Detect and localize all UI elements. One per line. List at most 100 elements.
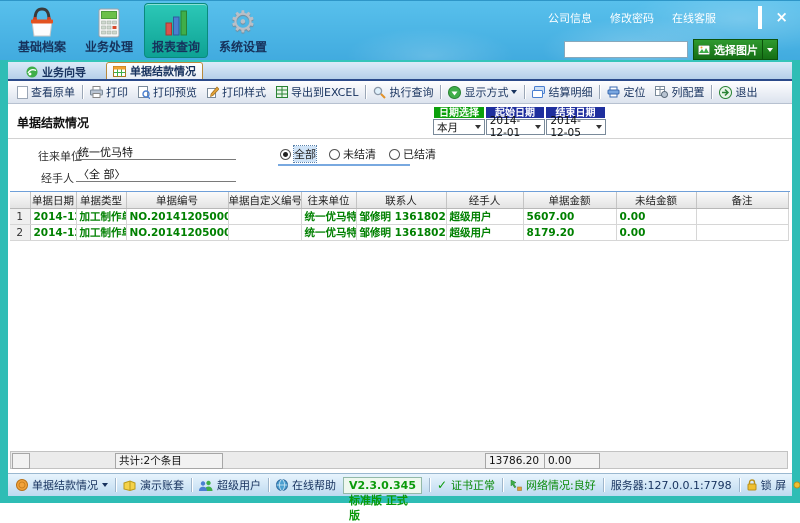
display-mode-button[interactable]: 显示方式 (443, 83, 522, 101)
start-date-select[interactable]: 2014-12-01 (485, 115, 546, 139)
nav-item-business[interactable]: 业务处理 (77, 3, 141, 58)
titlebar: 基础档案 业务处理 报表查询 ⚙ 系统设置 公司信息 修改密码 在线客服 × 选… (0, 0, 800, 60)
row-number-cell: 2 (10, 224, 31, 241)
print-style-button[interactable]: 打印样式 (202, 83, 271, 101)
statusbar-report-menu[interactable]: 单据结款情况 (16, 477, 108, 493)
col-header-partner[interactable]: 往来单位 (301, 192, 357, 209)
run-query-button[interactable]: 执行查询 (368, 83, 438, 101)
view-original-icon (17, 85, 28, 99)
col-header-date[interactable]: 单据日期 (30, 192, 77, 209)
select-image-dropdown[interactable] (762, 40, 773, 59)
filter-row: 往来单位 经手人 全部 未结清 已结清 (8, 139, 792, 191)
table-cell (696, 208, 789, 225)
table-cell: 超级用户 (446, 224, 524, 241)
toolbar: 查看原单 打印 打印预览 打印样式 导出到EXCEL 执行查询 显示方式 结算明… (8, 79, 792, 104)
nav-item-basic-files[interactable]: 基础档案 (10, 3, 74, 58)
printer-icon (90, 86, 103, 98)
lock-icon (747, 479, 757, 491)
results-table: 单据日期 单据类型 单据编号 单据自定义编号 往来单位 联系人 经手人 单据金额… (10, 192, 789, 241)
locate-button[interactable]: 定位 (602, 83, 650, 101)
print-button[interactable]: 打印 (85, 83, 133, 101)
handler-input[interactable] (76, 167, 236, 182)
statusbar-separator (268, 478, 269, 492)
basket-icon (27, 4, 57, 41)
maximize-button[interactable] (758, 5, 763, 29)
help-globe-icon (276, 479, 288, 491)
export-excel-button[interactable]: 导出到EXCEL (271, 83, 363, 101)
app-window: 基础档案 业务处理 报表查询 ⚙ 系统设置 公司信息 修改密码 在线客服 × 选… (0, 0, 800, 522)
certificate-check-icon: ✓ (436, 478, 448, 492)
settle-status-radio-group: 全部 未结清 已结清 (280, 145, 436, 163)
radio-settled[interactable]: 已结清 (389, 146, 436, 162)
version-badge: V2.3.0.345标准版 正式版 (343, 476, 422, 522)
switch-user-button[interactable]: 切换用户 (793, 477, 800, 493)
col-header-type[interactable]: 单据类型 (76, 192, 127, 209)
key-icon (793, 480, 800, 490)
online-service-link[interactable]: 在线客服 (672, 10, 716, 26)
main-frame: 业务向导 单据结款情况 查看原单 打印 打印预览 打印样式 导出到EXCEL 执… (8, 60, 800, 522)
table-row[interactable]: 12014-12-加工制作单NO.201412050001 统一优马特邹修明 13… (10, 208, 789, 225)
chevron-down-icon (511, 90, 518, 94)
col-header-amount[interactable]: 单据金额 (523, 192, 617, 209)
end-date-select[interactable]: 2014-12-05 (546, 115, 607, 139)
totals-unsettled: 0.00 (544, 453, 600, 469)
users-icon (199, 480, 213, 491)
table-cell (228, 224, 302, 241)
tab-settlement-status[interactable]: 单据结款情况 (106, 62, 203, 79)
exit-button[interactable]: 退出 (714, 83, 762, 101)
statusbar: 单据结款情况 演示账套 超级用户 在线帮助 V2.3.0.345标准版 正式版 … (8, 473, 800, 522)
bar-chart-icon (162, 4, 190, 41)
column-config-icon (655, 86, 669, 98)
network-status-icon (510, 479, 522, 491)
table-row[interactable]: 22014-12-加工制作单NO.201412050002 统一优马特邹修明 13… (10, 224, 789, 241)
statusbar-separator (738, 478, 740, 492)
statusbar-account-set[interactable]: 演示账套 (123, 477, 184, 493)
table-cell: 加工制作单 (76, 224, 127, 241)
statusbar-current-user[interactable]: 超级用户 (199, 477, 261, 493)
col-header-handler[interactable]: 经手人 (446, 192, 524, 209)
page-title: 单据结款情况 (17, 116, 90, 130)
certificate-status: ✓ 证书正常 (436, 478, 496, 492)
period-select[interactable]: 本月 (433, 119, 485, 135)
settlement-detail-button[interactable]: 结算明细 (527, 83, 597, 101)
print-style-icon (207, 86, 219, 98)
print-preview-button[interactable]: 打印预览 (133, 83, 202, 101)
date-select-header: 日期选择 (433, 106, 485, 119)
wizard-globe-icon (26, 66, 38, 78)
date-filter-panel: 日期选择 起始日期 结束日期 本月 2014-12-01 2014-12-05 (433, 106, 607, 139)
network-status: 网络情况:良好 (510, 477, 596, 493)
nav-item-reports[interactable]: 报表查询 (144, 3, 208, 58)
table-cell (696, 224, 789, 241)
toolbar-separator (524, 85, 526, 99)
select-image-button[interactable]: 选择图片 (693, 39, 778, 60)
date-filter-combos: 本月 2014-12-01 2014-12-05 (433, 115, 607, 139)
gear-icon: ⚙ (229, 4, 257, 40)
col-header-unsettled[interactable]: 未结金额 (616, 192, 697, 209)
close-button[interactable]: × (775, 9, 788, 24)
statusbar-online-help[interactable]: 在线帮助 (276, 477, 336, 493)
radio-unsettled[interactable]: 未结清 (329, 146, 376, 162)
totals-row: 共计:2个条目 13786.20 0.00 (10, 451, 788, 469)
table-cell: 邹修明 13618020 (356, 224, 447, 241)
col-header-number[interactable]: 单据编号 (126, 192, 229, 209)
tab-business-wizard[interactable]: 业务向导 (20, 64, 92, 79)
col-header-remark[interactable]: 备注 (696, 192, 789, 209)
change-password-link[interactable]: 修改密码 (610, 10, 654, 26)
partner-input[interactable] (76, 145, 236, 160)
table-cell: 超级用户 (446, 208, 524, 225)
lock-screen-button[interactable]: 锁 屏 (747, 477, 786, 493)
radio-all[interactable]: 全部 (280, 145, 317, 163)
calculator-icon (95, 4, 123, 41)
toolbar-separator (440, 85, 442, 99)
table-cell: NO.201412050002 (126, 224, 229, 241)
column-config-button[interactable]: 列配置 (650, 83, 709, 101)
radio-icon (280, 148, 291, 160)
nav-item-settings[interactable]: ⚙ 系统设置 (211, 3, 275, 58)
picture-icon (698, 44, 710, 55)
image-path-input[interactable] (564, 41, 688, 58)
nav-label: 基础档案 (17, 40, 66, 54)
col-header-custom-number[interactable]: 单据自定义编号 (228, 192, 302, 209)
view-original-button[interactable]: 查看原单 (12, 83, 80, 101)
col-header-contact[interactable]: 联系人 (356, 192, 447, 209)
company-info-link[interactable]: 公司信息 (548, 10, 592, 26)
